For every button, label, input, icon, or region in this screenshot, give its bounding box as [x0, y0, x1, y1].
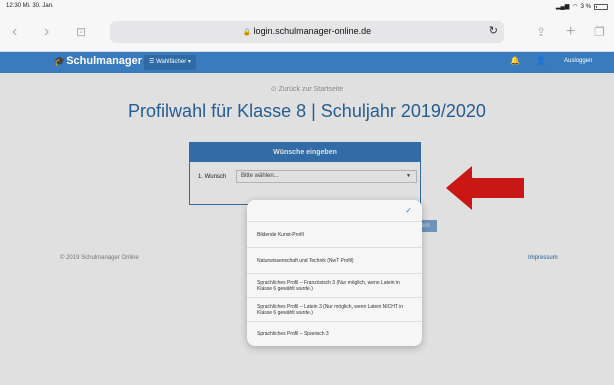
- status-bar: 12:30 Mi. 30. Jan. ▂▄▆ ◠ 3 %: [0, 0, 614, 14]
- bell-icon[interactable]: 🔔: [510, 56, 520, 65]
- new-tab-icon[interactable]: +: [566, 23, 575, 41]
- logout-link[interactable]: Ausloggen: [564, 58, 592, 64]
- app-header: 🎓Schulmanager ☰ Wahlfächer ▾ 🔔 👤 Auslogg…: [0, 52, 614, 73]
- picker-option[interactable]: Sprachliches Profil – Latein 3 (Nur mögl…: [247, 298, 422, 322]
- arrow-left-circle-icon: ⊙: [270, 86, 277, 93]
- wish-panel: Wünsche eingeben 1. Wunsch Bitte wählen.…: [189, 142, 421, 205]
- caret-down-icon: ▼: [406, 173, 411, 179]
- wifi-icon: ◠: [572, 4, 578, 10]
- bookmarks-icon[interactable]: ⊡: [76, 23, 86, 41]
- tabs-icon[interactable]: ❐: [594, 23, 605, 41]
- footer-copyright: © 2019 Schulmanager Online: [60, 255, 139, 261]
- back-link[interactable]: ⊙ Zurück zur Startseite: [0, 85, 614, 93]
- caret-down-icon: ▾: [187, 59, 191, 65]
- back-link-label: Zurück zur Startseite: [278, 86, 344, 93]
- checkmark-icon: ✓: [405, 205, 412, 215]
- picker-option[interactable]: Bildende Kunst-Profil: [247, 222, 422, 248]
- share-icon[interactable]: ⇪: [536, 23, 546, 41]
- option-picker: ✓ Bildende Kunst-Profil Naturwissenschaf…: [247, 200, 422, 346]
- battery-icon: [594, 3, 608, 10]
- forward-icon[interactable]: ›: [44, 23, 49, 41]
- reload-icon[interactable]: ↻: [489, 24, 498, 37]
- picker-option[interactable]: Naturwissenschaft und Technik (NwT Profi…: [247, 248, 422, 274]
- picker-placeholder-option[interactable]: ✓: [247, 200, 422, 222]
- status-right: ▂▄▆ ◠ 3 %: [556, 3, 608, 10]
- wish-label: 1. Wunsch: [198, 174, 227, 180]
- url-text: 🔒 login.schulmanager-online.de: [110, 26, 504, 36]
- address-bar[interactable]: 🔒 login.schulmanager-online.de ↻: [110, 21, 504, 43]
- wish-select[interactable]: Bitte wählen... ▼: [236, 170, 417, 183]
- list-icon: ☰: [149, 59, 155, 65]
- panel-title: Wünsche eingeben: [190, 143, 420, 162]
- signal-icon: ▂▄▆: [555, 4, 570, 10]
- lock-icon: 🔒: [242, 29, 252, 36]
- user-icon[interactable]: 👤: [536, 56, 546, 65]
- logo-text: Schulmanager: [66, 55, 143, 67]
- red-arrow-icon: [446, 166, 524, 210]
- picker-option[interactable]: Sprachliches Profil – Spanisch 3: [247, 322, 422, 346]
- graduation-cap-icon: 🎓: [54, 56, 66, 66]
- logo[interactable]: 🎓Schulmanager: [54, 55, 142, 67]
- impressum-link[interactable]: Impressum: [528, 255, 558, 261]
- nav-label: Wahlfächer: [156, 59, 187, 65]
- back-icon[interactable]: ‹: [12, 23, 17, 41]
- nav-wahlfaecher-button[interactable]: ☰ Wahlfächer ▾: [144, 55, 196, 70]
- page-title: Profilwahl für Klasse 8 | Schuljahr 2019…: [128, 101, 486, 121]
- url-label: login.schulmanager-online.de: [253, 26, 372, 36]
- battery-percent: 3 %: [580, 3, 591, 10]
- select-value: Bitte wählen...: [241, 173, 279, 179]
- picker-option[interactable]: Sprachliches Profil – Französisch 3 (Nur…: [247, 274, 422, 298]
- status-time: 12:30 Mi. 30. Jan.: [6, 3, 54, 9]
- browser-toolbar: ‹ › ⊡ 🔒 login.schulmanager-online.de ↻ ⇪ …: [0, 14, 614, 52]
